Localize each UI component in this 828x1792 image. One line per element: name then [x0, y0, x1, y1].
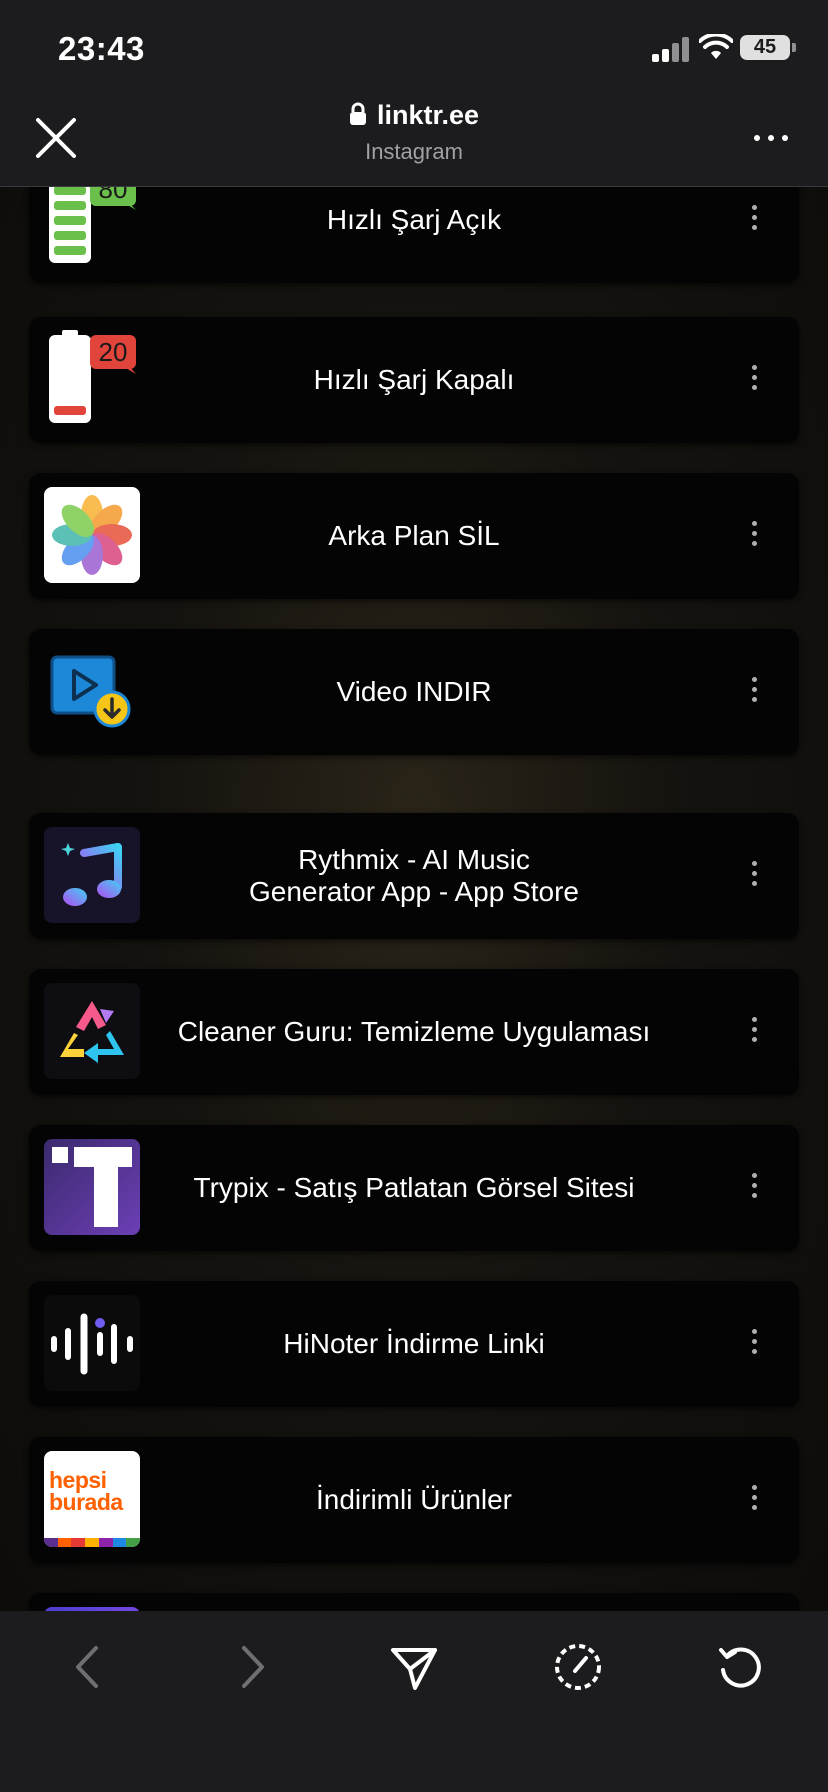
more-options-button[interactable] [754, 132, 790, 144]
link-card-hizli-sarj-kapali[interactable]: 20 Hızlı Şarj Kapalı [29, 317, 799, 443]
link-menu-button[interactable] [744, 365, 764, 395]
close-icon [36, 118, 76, 158]
back-icon [76, 1646, 98, 1688]
reload-button[interactable] [712, 1639, 768, 1695]
battery-low-icon: 20 [44, 330, 140, 426]
link-card-hizli-sarj-acik[interactable]: 80 Hızlı Şarj Açık [29, 187, 799, 283]
back-button[interactable] [60, 1639, 116, 1695]
link-card-video-indir[interactable]: Video INDIR [29, 629, 799, 755]
link-title: Trypix - Satış Patlatan Görsel Sitesi [193, 1172, 635, 1203]
link-card-trypix[interactable]: Trypix - Satış Patlatan Görsel Sitesi [29, 1125, 799, 1251]
link-title: Hızlı Şarj Açık [326, 204, 502, 235]
battery-cap [792, 43, 796, 52]
browser-toolbar [0, 1611, 828, 1792]
more-icon [754, 135, 760, 141]
share-button[interactable] [386, 1639, 442, 1695]
battery-badge: 20 [99, 337, 128, 367]
trypix-logo-icon [44, 1139, 140, 1235]
address-area[interactable]: linktr.ee Instagram [214, 100, 614, 165]
status-time: 23:43 [58, 30, 145, 67]
wifi-icon [699, 34, 733, 59]
battery-indicator: 45 [740, 35, 790, 60]
link-title-line-2: Generator App - App Store [249, 876, 579, 907]
lock-icon [349, 102, 366, 125]
safari-compass-icon [555, 1644, 601, 1690]
link-menu-button[interactable] [744, 1329, 764, 1359]
link-menu-button[interactable] [744, 677, 764, 707]
cellular-signal-icon [652, 36, 690, 62]
link-card-indirimli-urunler[interactable]: hepsi burada İndirimli Ürünler [29, 1437, 799, 1563]
link-title: Hızlı Şarj Kapalı [313, 364, 515, 395]
link-title: Rythmix - AI Music Generator App - App S… [159, 813, 669, 939]
status-bar: 23:43 45 [0, 0, 828, 90]
share-icon [391, 1648, 437, 1690]
battery-full-icon: 80 [44, 187, 140, 266]
url-text: linktr.ee [376, 100, 480, 130]
link-title-line-1: Rythmix - AI Music [298, 844, 530, 875]
open-in-safari-button[interactable] [550, 1639, 606, 1695]
link-title: Cleaner Guru: Temizleme Uygulaması [177, 1016, 651, 1047]
link-menu-button[interactable] [744, 205, 764, 235]
link-menu-button[interactable] [744, 861, 764, 891]
close-button[interactable] [30, 112, 82, 164]
music-note-icon [44, 827, 140, 923]
page-subtitle: Instagram [365, 139, 463, 164]
link-card-partial[interactable] [29, 1593, 799, 1611]
audio-wave-icon [44, 1295, 140, 1391]
link-menu-button[interactable] [744, 521, 764, 551]
recycle-icon [44, 983, 140, 1079]
link-menu-button[interactable] [744, 1485, 764, 1515]
logo-text-line-1: hepsi [49, 1467, 107, 1493]
reload-icon [719, 1647, 761, 1688]
url-display: linktr.ee [214, 100, 614, 131]
link-title: Arka Plan SİL [328, 520, 500, 551]
battery-badge: 80 [99, 187, 128, 204]
hepsiburada-logo-icon: hepsi burada [44, 1451, 140, 1547]
link-title: HiNoter İndirme Linki [283, 1328, 545, 1359]
logo-text-line-2: burada [49, 1489, 123, 1515]
link-card-cleaner-guru[interactable]: Cleaner Guru: Temizleme Uygulaması [29, 969, 799, 1095]
linktree-content: 80 Hızlı Şarj Açık 20 Hızlı Şarj Kapalı [0, 187, 828, 1611]
link-card-arka-plan-sil[interactable]: Arka Plan SİL [29, 473, 799, 599]
forward-button[interactable] [224, 1639, 280, 1695]
browser-nav-bar: linktr.ee Instagram [0, 90, 828, 187]
link-menu-button[interactable] [744, 1017, 764, 1047]
link-title: İndirimli Ürünler [315, 1484, 513, 1515]
link-title: Video INDIR [336, 676, 492, 707]
link-menu-button[interactable] [744, 1173, 764, 1203]
photos-icon [44, 487, 140, 583]
forward-icon [242, 1646, 264, 1688]
link-card-hinoter[interactable]: HiNoter İndirme Linki [29, 1281, 799, 1407]
video-download-icon [44, 643, 140, 739]
link-card-rythmix[interactable]: Rythmix - AI Music Generator App - App S… [29, 813, 799, 939]
